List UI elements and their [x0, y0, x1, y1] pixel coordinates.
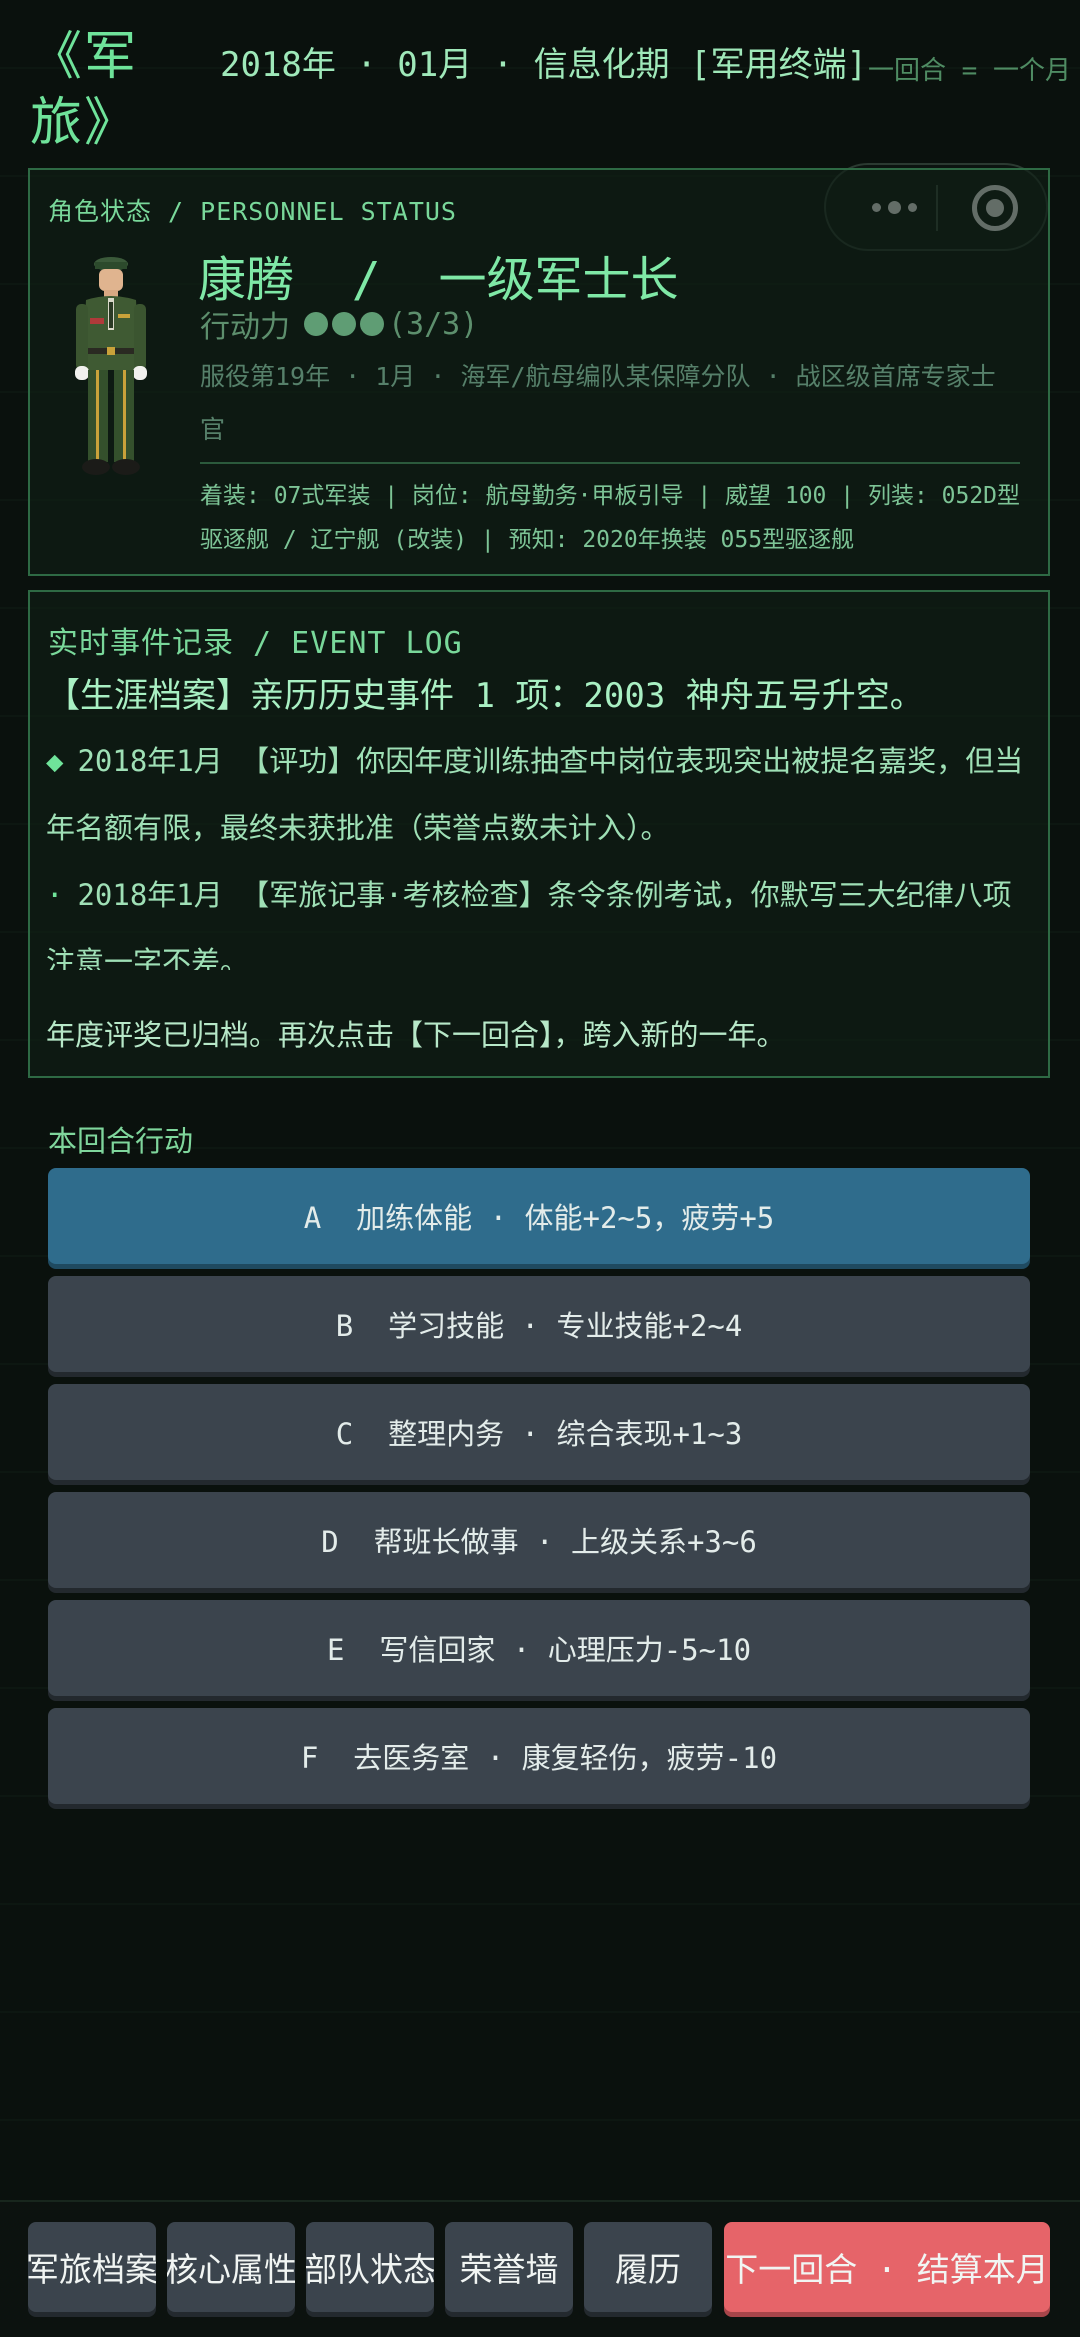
action-points-label: 行动力: [200, 310, 290, 345]
action-button-a[interactable]: A 加练体能 · 体能+2~5，疲劳+5: [48, 1168, 1030, 1264]
action-point-pip: [360, 312, 384, 336]
action-button-f[interactable]: F 去医务室 · 康复轻伤，疲劳-10: [48, 1708, 1030, 1804]
log-entry-marker: ·: [46, 878, 64, 912]
action-button-b[interactable]: B 学习技能 · 专业技能+2~4: [48, 1276, 1030, 1372]
log-entry-text: 2018年1月 【评功】你因年度训练抽查中岗位表现突出被提名嘉奖，但当年名额有限…: [46, 744, 1024, 845]
equipment-detail: 着装: 07式军装 | 岗位: 航母勤务·甲板引导 | 威望 100 | 列装:…: [200, 483, 1021, 553]
action-points-count: (3/3): [388, 306, 479, 342]
tab-unit-status[interactable]: 部队状态: [306, 2222, 434, 2312]
status-panel: 角色状态 / PERSONNEL STATUS 康腾 / 一级军士长 行动力 (…: [28, 168, 1050, 576]
action-button-e[interactable]: E 写信回家 · 心理压力-5~10: [48, 1600, 1030, 1696]
action-button-c[interactable]: C 整理内务 · 综合表现+1~3: [48, 1384, 1030, 1480]
character-name-rank: 康腾 / 一级军士长: [198, 252, 679, 308]
bottom-nav: 军旅档案 核心属性 部队状态 荣誉墙 履历 下一回合 · 结算本月: [0, 2200, 1080, 2337]
tab-military-archive[interactable]: 军旅档案: [28, 2222, 156, 2312]
tab-resume[interactable]: 履历: [584, 2222, 712, 2312]
status-divider: [200, 462, 1020, 464]
action-button-d[interactable]: D 帮班长做事 · 上级关系+3~6: [48, 1492, 1030, 1588]
action-point-pip: [304, 312, 328, 336]
event-log-footer: 年度评奖已归档。再次点击【下一回合】，跨入新的一年。: [46, 1018, 786, 1052]
log-entry-text: 2018年1月 【军旅记事·考核检查】条令条例考试，你默写三大纪律八项注意一字不…: [46, 878, 1012, 970]
app-header: 《军旅》 2018年 · 01月 · 信息化期 [军用终端] 一回合 = 一个月: [30, 28, 1071, 156]
action-points: 行动力 (3/3): [200, 302, 478, 346]
log-entry-marker: ◆: [46, 744, 64, 778]
log-entry: · 2018年1月 【军旅记事·考核检查】条令条例考试，你默写三大纪律八项注意一字…: [46, 862, 1036, 970]
soldier-avatar-icon: [75, 257, 147, 475]
event-log-panel[interactable]: 实时事件记录 / EVENT LOG 【生涯档案】亲历历史事件 1 项：2003…: [28, 590, 1050, 1078]
actions-title: 本回合行动: [48, 1124, 194, 1158]
game-date: 2018年 · 01月 · 信息化期 [军用终端]: [220, 45, 868, 85]
career-archive-headline: 【生涯档案】亲历历史事件 1 项：2003 神舟五号升空。: [46, 676, 924, 716]
log-entry: ◆ 2018年1月 【评功】你因年度训练抽查中岗位表现突出被提名嘉奖，但当年名额有…: [46, 728, 1036, 862]
event-log-scroll[interactable]: 【生涯档案】亲历历史事件 1 项：2003 神舟五号升空。 ◆ 2018年1月 【…: [46, 670, 1036, 970]
service-info: 服役第19年 · 1月 · 海军/航母编队某保障分队 · 战区级首席专家士官: [200, 362, 996, 444]
action-point-pip: [332, 312, 356, 336]
app-brand: 《军旅》: [30, 31, 139, 156]
tab-core-attributes[interactable]: 核心属性: [167, 2222, 295, 2312]
next-turn-button[interactable]: 下一回合 · 结算本月: [724, 2222, 1050, 2312]
event-log-title: 实时事件记录 / EVENT LOG: [48, 626, 463, 661]
tab-honor-wall[interactable]: 荣誉墙: [445, 2222, 573, 2312]
status-panel-title: 角色状态 / PERSONNEL STATUS: [48, 197, 457, 226]
turn-note: 一回合 = 一个月: [868, 56, 1071, 86]
action-points-pips: [304, 312, 388, 336]
